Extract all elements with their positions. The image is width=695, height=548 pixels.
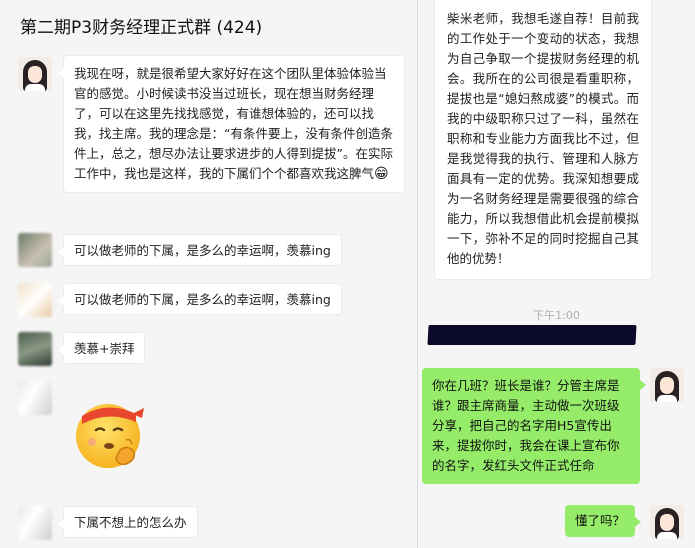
message-text: 你在几班？班长是谁？分管主席是谁？跟主席商量，主动做一次班级分享，把自己的名字用… [432,378,620,473]
message-timestamp: 下午1:00 [533,309,580,322]
member-avatar[interactable] [18,233,52,267]
message-text: 懂了吗？ [575,513,626,528]
message-text: 柴米老师，我想毛遂自荐！目前我的工作处于一个变动的状态，我想为自己争取一个提拔财… [447,11,639,266]
redaction-bar [624,327,632,341]
teacher-avatar[interactable] [650,368,684,402]
message-bubble[interactable]: 可以做老师的下属，是多么的幸运啊，羡慕ing [58,283,342,315]
right-chat-panel: 柴米老师，我想毛遂自荐！目前我的工作处于一个变动的状态，我想为自己争取一个提拔财… [418,0,695,548]
thinking-emoji-sticker[interactable] [70,390,154,474]
message-text: 下属不想上的怎么办 [74,515,187,530]
member-avatar[interactable] [18,332,52,366]
outgoing-message-bubble[interactable]: 懂了吗？ [565,505,642,537]
teacher-avatar[interactable] [650,505,684,539]
message-text: 我现在呀，就是很希望大家好好在这个团队里体验体验当官的感觉。小时候读书没当过班长… [74,66,393,181]
message-bubble[interactable]: 我现在呀，就是很希望大家好好在这个团队里体验体验当官的感觉。小时候读书没当过班长… [58,55,405,193]
grin-emoji-icon: 😁 [374,166,389,182]
message-bubble[interactable]: 可以做老师的下属，是多么的幸运啊，羡慕ing [58,234,342,266]
redaction-bar [427,325,637,345]
teacher-avatar[interactable] [18,57,52,91]
member-avatar[interactable] [18,506,52,540]
message-text: 可以做老师的下属，是多么的幸运啊，羡慕ing [74,243,331,258]
incoming-message-bubble[interactable]: 柴米老师，我想毛遂自荐！目前我的工作处于一个变动的状态，我想为自己争取一个提拔财… [434,0,652,280]
message-bubble[interactable]: 羡慕+崇拜 [57,332,146,364]
left-chat-panel: 第二期P3财务经理正式群 (424) 我现在呀，就是很希望大家好好在这个团队里体… [0,0,417,548]
outgoing-message-bubble[interactable]: 你在几班？班长是谁？分管主席是谁？跟主席商量，主动做一次班级分享，把自己的名字用… [422,368,646,484]
message-text: 羡慕+崇拜 [74,341,135,356]
group-chat-title: 第二期P3财务经理正式群 (424) [20,18,263,38]
message-bubble[interactable]: 下属不想上的怎么办 [58,506,198,538]
message-text: 可以做老师的下属，是多么的幸运啊，羡慕ing [74,292,331,307]
member-avatar[interactable] [18,283,52,317]
member-avatar[interactable] [18,381,52,415]
